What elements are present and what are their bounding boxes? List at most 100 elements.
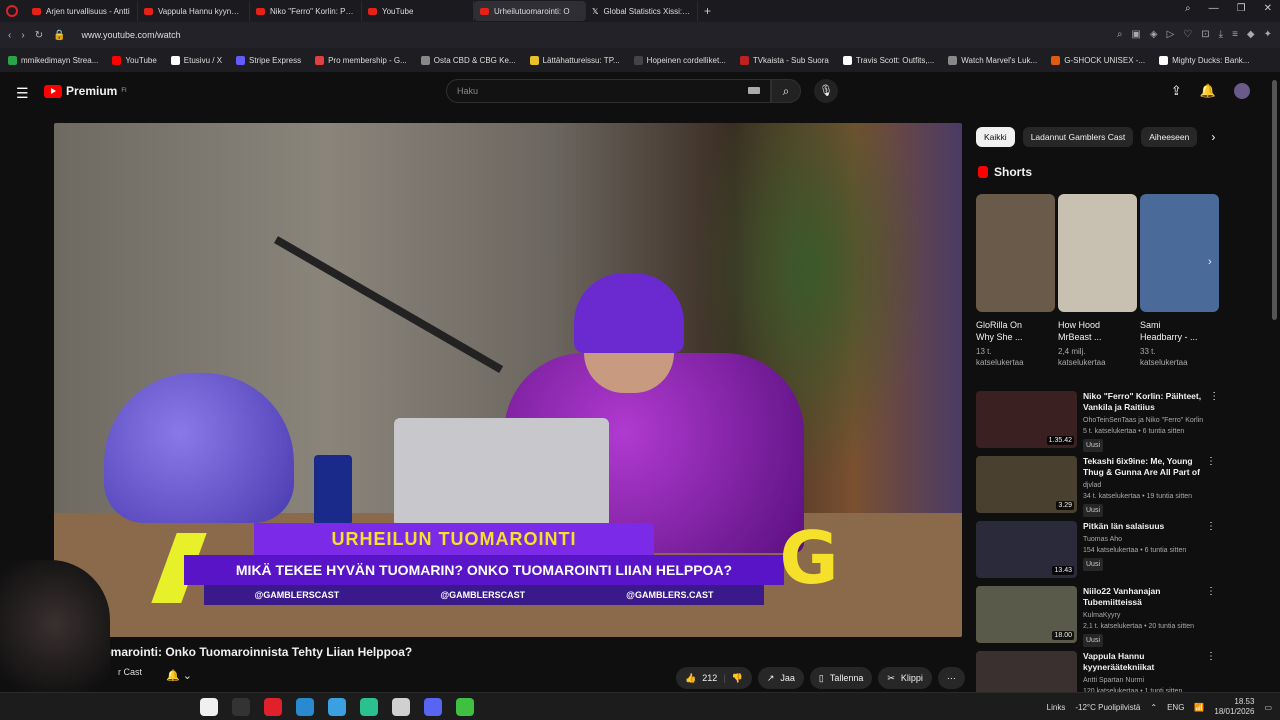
shorts-next-icon[interactable]: › [1208, 256, 1212, 268]
forward-icon[interactable]: › [21, 30, 24, 41]
more-options-icon[interactable]: ⋮ [1206, 521, 1216, 586]
explorer-icon[interactable] [200, 698, 218, 716]
clock[interactable]: 18.53 18/01/2026 [1214, 697, 1254, 717]
app-arrow-icon[interactable] [456, 698, 474, 716]
browser-tab[interactable]: Urheilutuomarointi: O [474, 1, 586, 21]
share-button[interactable]: ↗ Jaa [757, 667, 804, 689]
task-view-icon[interactable] [232, 698, 250, 716]
minimize-icon[interactable]: — [1209, 3, 1219, 14]
download-icon[interactable]: ⤓ [1219, 29, 1223, 40]
avatar[interactable] [1234, 83, 1250, 99]
video-title[interactable]: Niko "Ferro" Korlin: Päihteet, Vankila j… [1083, 391, 1203, 413]
like-button[interactable]: 👍 212 | 👎 [676, 667, 752, 689]
short-title[interactable]: GloRilla On Why She ... [976, 319, 1055, 343]
bookmark-item[interactable]: Lättähattureissu: TP... [529, 55, 620, 65]
discord-icon[interactable] [424, 698, 442, 716]
browser-tab[interactable]: Vappula Hannu kyynerää [138, 1, 250, 21]
back-icon[interactable]: ‹ [8, 30, 11, 41]
recommended-item[interactable]: 13.43 Pitkän län salaisuus Tuomas Aho 154 k… [976, 521, 1216, 586]
chip-uploaded[interactable]: Ladannut Gamblers Cast [1022, 127, 1134, 147]
bookmark-item[interactable]: Osta CBD & CBG Ke... [420, 55, 516, 65]
bookmark-item[interactable]: Pro membership - G... [315, 55, 407, 65]
short-thumbnail[interactable] [1058, 194, 1137, 312]
video-thumbnail[interactable]: 18.00 [976, 586, 1077, 643]
youtube-logo[interactable]: Premium FI [44, 84, 127, 98]
list-icon[interactable]: ≡ [1232, 29, 1238, 40]
bookmark-item[interactable]: TVkaista - Sub Suora [739, 55, 829, 65]
short-item[interactable]: How Hood MrBeast ... 2,4 milj. katseluker… [1058, 194, 1137, 368]
search-icon[interactable]: ⌕ [1117, 29, 1123, 40]
bookmark-item[interactable]: Mighty Ducks: Bank... [1159, 55, 1249, 65]
opera-icon[interactable] [264, 698, 282, 716]
video-channel[interactable]: Tuomas Aho [1083, 534, 1200, 545]
short-thumbnail[interactable] [976, 194, 1055, 312]
links-label[interactable]: Links [1047, 703, 1066, 712]
short-thumbnail[interactable] [1140, 194, 1219, 312]
video-title[interactable]: Vappula Hannu kyynerääteknii­kat [1083, 651, 1200, 673]
recommended-item[interactable]: 1.35.42 Niko "Ferro" Korlin: Päihteet, Va… [976, 391, 1219, 456]
browser-tab[interactable]: YouTube [362, 1, 474, 21]
more-options-icon[interactable]: ⋮ [1206, 456, 1216, 521]
menu-icon[interactable]: ☰ [16, 85, 29, 102]
keyboard-icon[interactable] [748, 87, 760, 94]
video-thumbnail[interactable]: 13.43 [976, 521, 1077, 578]
microphone-icon[interactable]: 🎙 [814, 79, 838, 103]
close-icon[interactable]: ✕ [1264, 3, 1272, 14]
more-options-icon[interactable]: ⋮ [1206, 586, 1216, 651]
video-thumbnail[interactable]: 3.29 [976, 456, 1077, 513]
new-tab-icon[interactable]: + [704, 4, 711, 18]
play-icon[interactable]: ▷ [1167, 29, 1175, 40]
edge-icon[interactable] [296, 698, 314, 716]
page-scrollbar[interactable] [1272, 80, 1277, 320]
video-thumbnail[interactable]: 1.35.42 [976, 391, 1077, 448]
app-green-icon[interactable] [360, 698, 378, 716]
subscribe-bell-icon[interactable]: 🔔 ⌄ [166, 669, 192, 682]
weather-widget[interactable]: -12°C Puolipilvistä [1075, 703, 1140, 712]
maximize-icon[interactable]: ❐ [1237, 3, 1246, 14]
extension-icon[interactable]: ◆ [1247, 29, 1255, 40]
chevron-right-icon[interactable]: › [1211, 130, 1215, 144]
bookmark-item[interactable]: YouTube [112, 55, 157, 65]
channel-name[interactable]: r Cast [118, 667, 142, 677]
vpn-icon[interactable] [392, 698, 410, 716]
video-channel[interactable]: djvlad [1083, 480, 1200, 491]
heart-icon[interactable]: ♡ [1183, 29, 1192, 40]
network-icon[interactable]: 📶 [1194, 703, 1204, 712]
bookmark-item[interactable]: mmikedimayn Strea... [8, 55, 98, 65]
browser-tab[interactable]: Niko "Ferro" Korlin: Päihte [250, 1, 362, 21]
language-indicator[interactable]: ENG [1167, 703, 1184, 712]
url-field[interactable]: www.youtube.com/watch [82, 30, 181, 40]
ai-icon[interactable]: ✦ [1264, 29, 1272, 40]
bookmark-item[interactable]: Travis Scott: Outfits,... [842, 55, 934, 65]
gift-icon[interactable]: ⊡ [1201, 29, 1209, 40]
video-title[interactable]: Pitkän län salaisuus [1083, 521, 1200, 532]
bell-icon[interactable]: 🔔 [1200, 83, 1216, 99]
camera-icon[interactable]: ▣ [1131, 29, 1140, 40]
search-tabs-icon[interactable]: ⌕ [1185, 3, 1191, 14]
opera-logo-icon[interactable] [6, 5, 18, 17]
video-channel[interactable]: Antti Spartan Nurmi [1083, 675, 1200, 686]
more-options-icon[interactable]: ⋮ [1209, 391, 1219, 456]
short-item[interactable]: Sami Headbarry - ... 33 t. katselukertaa [1140, 194, 1219, 368]
store-icon[interactable] [328, 698, 346, 716]
chip-related[interactable]: Aiheeseen [1141, 127, 1198, 147]
recommended-item[interactable]: 3.29 Tekashi 6ix9ine: Me, Young Thug & Gu… [976, 456, 1216, 521]
bookmark-item[interactable]: Hopeinen cordelliket... [633, 55, 726, 65]
video-title[interactable]: Niilo22 Vanhanajan Tubemiitteissä [1083, 586, 1200, 608]
tray-chevron-icon[interactable]: ⌃ [1150, 703, 1157, 712]
more-actions-button[interactable]: ⋯ [937, 667, 965, 689]
search-input[interactable]: Haku [446, 79, 771, 103]
browser-tab[interactable]: Arjen turvallisuus - Antti [26, 1, 138, 21]
clip-button[interactable]: ✂ Klippi [878, 667, 932, 689]
upload-icon[interactable]: ⇪ [1171, 83, 1182, 99]
bookmark-item[interactable]: Watch Marvel's Luk... [948, 55, 1037, 65]
bookmark-item[interactable]: Etusivu / X [170, 55, 222, 65]
reload-icon[interactable]: ↻ [35, 30, 43, 41]
thumbs-down-icon[interactable]: 👎 [732, 673, 743, 684]
short-title[interactable]: How Hood MrBeast ... [1058, 319, 1137, 343]
notification-icon[interactable]: ▭ [1264, 703, 1272, 712]
shield-icon[interactable]: ◈ [1150, 29, 1158, 40]
video-title[interactable]: Tekashi 6ix9ine: Me, Young Thug & Gunna … [1083, 456, 1200, 478]
search-button[interactable]: ⌕ [771, 79, 801, 103]
video-channel[interactable]: OhoTeinSenTaas ja Niko "Ferro" Korlin [1083, 415, 1203, 426]
